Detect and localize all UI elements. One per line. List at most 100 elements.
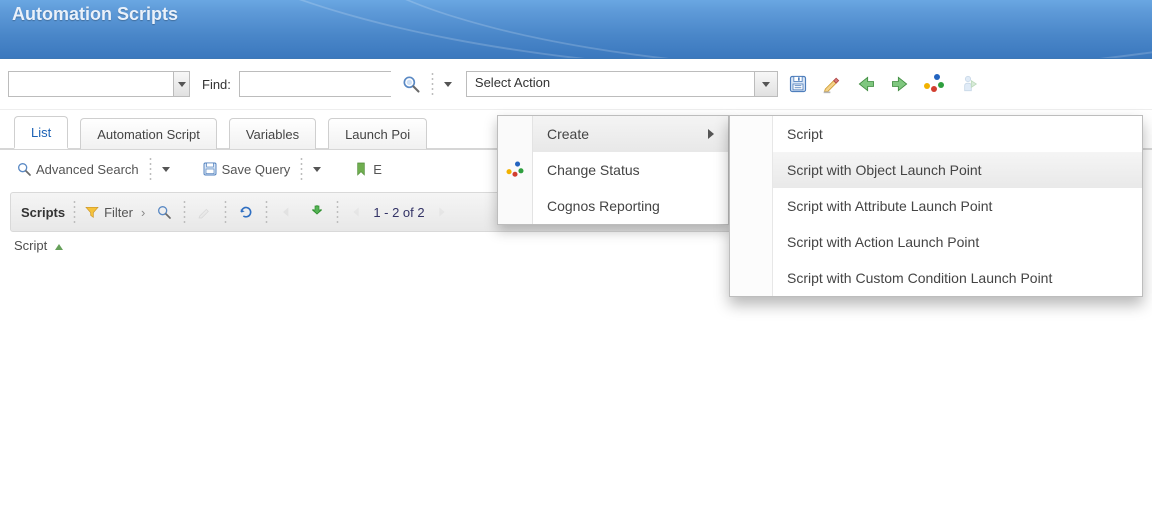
grid-title: Scripts [21,205,65,220]
tab-variables-label: Variables [246,127,299,142]
refresh-icon [238,204,254,220]
submenu-icon-col [730,152,773,188]
select-action-label: Select Action [467,72,754,96]
filter-toggle[interactable]: Filter [84,204,133,220]
status-icon [507,162,524,179]
submenu-arrow-icon [708,129,714,139]
submenu-icon-col [730,188,773,224]
find-dropdown[interactable] [440,70,456,98]
separator [431,73,434,95]
menu-item-change-status-label: Change Status [547,162,640,178]
menu-icon-col [498,116,533,152]
menu-icon-col [498,188,533,224]
quick-search-dropdown-button[interactable] [173,72,189,96]
separator [336,201,339,223]
select-action-combo[interactable]: Select Action [466,71,778,97]
submenu-item-script-label: Script [787,126,823,142]
quick-search-combo[interactable] [8,71,190,97]
tab-list-label: List [31,125,51,140]
find-label: Find: [196,77,233,92]
save-query-label: Save Query [222,162,291,177]
submenu-item-action-launch-point-label: Script with Action Launch Point [787,234,979,250]
bookmarks-label: E [373,162,382,177]
search-icon [156,204,172,220]
submenu-item-attribute-launch-point-label: Script with Attribute Launch Point [787,198,992,214]
grid-clear-button[interactable] [194,201,216,223]
submenu-icon-col [730,260,773,296]
separator [73,201,76,223]
find-field[interactable] [239,71,391,97]
submenu-item-object-launch-point-label: Script with Object Launch Point [787,162,982,178]
find-input[interactable] [240,72,394,96]
tab-automation-script-label: Automation Script [97,127,200,142]
find-search-button[interactable] [397,70,425,98]
filter-label: Filter [104,205,133,220]
grid-first-page-button[interactable] [347,201,365,223]
next-record-button[interactable] [886,70,914,98]
app-banner: Automation Scripts [0,0,1152,59]
create-submenu: Script Script with Object Launch Point S… [729,115,1143,297]
save-icon [202,161,218,177]
separator [265,201,268,223]
previous-record-button[interactable] [852,70,880,98]
menu-item-create[interactable]: Create [498,116,728,152]
search-icon [401,74,421,94]
select-action-menu: Create Change Status Cognos Reporting [497,115,729,225]
workflow-button[interactable] [954,70,982,98]
select-action-dropdown-button[interactable] [754,72,777,96]
grid-download-button[interactable] [306,201,328,223]
save-query-link[interactable]: Save Query [202,161,291,177]
menu-item-create-label: Create [547,126,589,142]
tab-list[interactable]: List [14,116,68,149]
clear-changes-button[interactable] [818,70,846,98]
start-center-icon [924,74,944,94]
arrow-left-icon [279,204,295,220]
submenu-item-custom-condition-launch-point[interactable]: Script with Custom Condition Launch Poin… [730,260,1142,296]
start-center-button[interactable] [920,70,948,98]
submenu-item-custom-condition-launch-point-label: Script with Custom Condition Launch Poin… [787,270,1052,286]
submenu-item-action-launch-point[interactable]: Script with Action Launch Point [730,224,1142,260]
menu-item-cognos-reporting[interactable]: Cognos Reporting [498,188,728,224]
arrow-right-icon [434,204,450,220]
grid-search-button[interactable] [153,201,175,223]
tab-variables[interactable]: Variables [229,118,316,149]
pencil-clear-icon [822,74,842,94]
tab-automation-script[interactable]: Automation Script [80,118,217,149]
workflow-icon [958,74,978,94]
bookmarks-link[interactable]: E [353,161,382,177]
tab-launch-points-label: Launch Poi [345,127,410,142]
advanced-search-link[interactable]: Advanced Search [16,161,139,177]
submenu-item-object-launch-point[interactable]: Script with Object Launch Point [730,152,1142,188]
submenu-item-script[interactable]: Script [730,116,1142,152]
arrow-left-end-icon [348,204,364,220]
separator [183,201,186,223]
advanced-search-label: Advanced Search [36,162,139,177]
arrow-down-icon [309,204,325,220]
save-icon [788,74,808,94]
quick-search-input[interactable] [9,72,173,96]
filter-icon [84,204,100,220]
menu-icon-col [498,152,533,188]
chevron-down-icon [444,82,452,87]
submenu-item-attribute-launch-point[interactable]: Script with Attribute Launch Point [730,188,1142,224]
grid-next-page-button[interactable] [433,201,451,223]
column-script[interactable]: Script [14,238,47,253]
chevron-down-icon [178,82,186,87]
separator [300,158,303,180]
tab-launch-points[interactable]: Launch Poi [328,118,427,149]
pencil-icon [197,204,213,220]
sort-ascending-icon [55,244,63,250]
chevron-down-icon [762,82,770,87]
separator [149,158,152,180]
chevron-down-icon[interactable] [313,167,321,172]
save-button[interactable] [784,70,812,98]
submenu-icon-col [730,116,773,152]
chevron-down-icon[interactable] [162,167,170,172]
grid-prev-page-button[interactable] [276,201,298,223]
arrow-right-icon [890,74,910,94]
grid-refresh-button[interactable] [235,201,257,223]
menu-item-change-status[interactable]: Change Status [498,152,728,188]
arrow-left-icon [856,74,876,94]
grid-range: 1 - 2 of 2 [373,205,424,220]
search-icon [16,161,32,177]
